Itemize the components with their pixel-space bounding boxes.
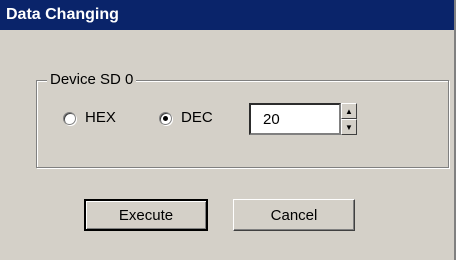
radio-dec[interactable]: DEC: [159, 109, 213, 127]
radio-hex[interactable]: HEX: [63, 109, 116, 127]
radio-dec-circle[interactable]: [159, 111, 172, 125]
cancel-button[interactable]: Cancel: [233, 199, 355, 231]
value-input[interactable]: [249, 103, 341, 135]
data-changing-dialog: Data Changing Device SD 0 HEX DEC ▲ ▼ Ex…: [0, 0, 456, 260]
radio-hex-circle[interactable]: [63, 111, 76, 125]
arrow-up-icon: ▲: [345, 106, 353, 116]
title-bar: Data Changing: [0, 0, 454, 30]
group-label: Device SD 0: [47, 71, 137, 89]
device-groupbox: Device SD 0 HEX DEC ▲ ▼: [36, 71, 449, 168]
execute-button[interactable]: Execute: [84, 199, 208, 231]
spinner-down-button[interactable]: ▼: [341, 119, 357, 135]
spinner-buttons: ▲ ▼: [341, 103, 357, 135]
value-spinner: ▲ ▼: [249, 103, 357, 135]
radio-selected-dot: [163, 115, 168, 121]
radio-hex-label: HEX: [85, 109, 116, 126]
arrow-down-icon: ▼: [345, 122, 353, 132]
spinner-up-button[interactable]: ▲: [341, 103, 357, 119]
radio-dec-label: DEC: [181, 109, 213, 126]
